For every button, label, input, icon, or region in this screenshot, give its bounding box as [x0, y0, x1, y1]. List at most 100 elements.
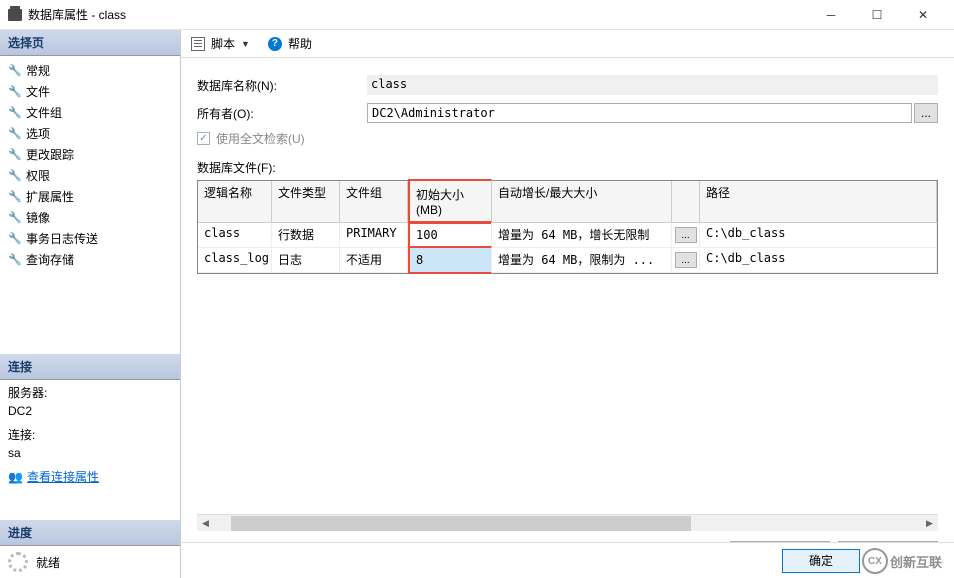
dialog-footer: 确定 CX 创新互联	[181, 542, 954, 578]
ellipsis-icon: ...	[675, 227, 697, 243]
maximize-button[interactable]: ☐	[854, 0, 900, 30]
cell-group[interactable]: 不适用	[340, 248, 408, 272]
connection-header: 连接	[0, 354, 180, 380]
col-header-type[interactable]: 文件类型	[272, 181, 340, 222]
wrench-icon: 🔧	[8, 64, 22, 77]
server-value: DC2	[8, 402, 172, 420]
nav-item-general[interactable]: 🔧 常规	[0, 60, 180, 81]
wrench-icon: 🔧	[8, 232, 22, 245]
select-page-header: 选择页	[0, 30, 180, 56]
cell-grow[interactable]: 增量为 64 MB，增长无限制	[492, 223, 672, 247]
cell-path[interactable]: C:\db_class	[700, 248, 937, 272]
cell-grow[interactable]: 增量为 64 MB，限制为 ...	[492, 248, 672, 272]
window-controls: ─ ☐ ✕	[808, 0, 946, 30]
wrench-icon: 🔧	[8, 169, 22, 182]
cell-name[interactable]: class_log	[198, 248, 272, 272]
nav-item-options[interactable]: 🔧选项	[0, 123, 180, 144]
scroll-right-icon[interactable]: ▶	[921, 516, 938, 531]
ok-button[interactable]: 确定	[782, 549, 860, 573]
scroll-left-icon[interactable]: ◀	[197, 516, 214, 531]
wrench-icon: 🔧	[8, 211, 22, 224]
connection-info: 服务器: DC2 连接: sa 👥 查看连接属性	[0, 380, 180, 490]
nav-label: 文件	[26, 83, 50, 100]
cell-group[interactable]: PRIMARY	[340, 223, 408, 247]
cell-type[interactable]: 日志	[272, 248, 340, 272]
fulltext-checkbox: ✓	[197, 132, 210, 145]
cell-type[interactable]: 行数据	[272, 223, 340, 247]
col-header-name[interactable]: 逻辑名称	[198, 181, 272, 222]
watermark-text: 创新互联	[890, 552, 942, 571]
status-row: 就绪	[0, 546, 180, 578]
script-dropdown-icon[interactable]: ▼	[241, 39, 250, 49]
horizontal-scrollbar[interactable]: ◀ ▶	[197, 514, 938, 531]
right-panel: 脚本 ▼ ? 帮助 数据库名称(N): class 所有者(O): ... ✓ …	[180, 30, 954, 578]
cell-size[interactable]: 100	[408, 221, 492, 249]
window-title: 数据库属性 - class	[28, 6, 808, 23]
nav-item-extended[interactable]: 🔧 扩展属性	[0, 186, 180, 207]
col-header-size[interactable]: 初始大小(MB)	[408, 179, 492, 224]
nav-item-changetracking[interactable]: 🔧更改跟踪	[0, 144, 180, 165]
wrench-icon: 🔧	[8, 253, 22, 266]
minimize-button[interactable]: ─	[808, 0, 854, 30]
col-header-path[interactable]: 路径	[700, 181, 937, 222]
nav-item-files[interactable]: 🔧 文件	[0, 81, 180, 102]
col-header-grow[interactable]: 自动增长/最大大小	[492, 181, 672, 222]
help-label[interactable]: 帮助	[288, 35, 312, 52]
script-label[interactable]: 脚本	[211, 35, 235, 52]
fulltext-row: ✓ 使用全文检索(U)	[197, 130, 938, 147]
scroll-thumb[interactable]	[231, 516, 691, 531]
wrench-icon: 🔧	[8, 106, 22, 119]
grid-header: 逻辑名称 文件类型 文件组 初始大小(MB) 自动增长/最大大小 路径	[198, 181, 937, 223]
people-icon: 👥	[8, 470, 23, 484]
nav-item-mirroring[interactable]: 🔧 镜像	[0, 207, 180, 228]
grid-label: 数据库文件(F):	[197, 159, 938, 176]
nav-label: 权限	[26, 167, 50, 184]
owner-field[interactable]	[367, 103, 912, 123]
help-icon: ?	[268, 37, 282, 51]
server-label: 服务器:	[8, 384, 172, 402]
dbname-label: 数据库名称(N):	[197, 77, 367, 94]
wrench-icon: 🔧	[8, 85, 22, 98]
cell-size[interactable]: 8	[408, 246, 492, 274]
conn-label: 连接:	[8, 426, 172, 444]
wrench-icon: 🔧	[8, 190, 22, 203]
database-icon	[8, 9, 22, 21]
watermark: CX 创新互联	[862, 546, 950, 576]
nav-item-querystore[interactable]: 🔧查询存储	[0, 249, 180, 270]
wrench-icon: 🔧	[8, 127, 22, 140]
title-bar: 数据库属性 - class ─ ☐ ✕	[0, 0, 954, 30]
nav-item-logshipping[interactable]: 🔧 事务日志传送	[0, 228, 180, 249]
toolbar: 脚本 ▼ ? 帮助	[181, 30, 954, 58]
cell-grow-btn[interactable]: ...	[672, 223, 700, 247]
cell-path[interactable]: C:\db_class	[700, 223, 937, 247]
progress-header: 进度	[0, 520, 180, 546]
dbname-field: class	[367, 75, 938, 95]
nav-label: 扩展属性	[26, 188, 74, 205]
spinner-icon	[8, 552, 28, 572]
col-header-btn	[672, 181, 700, 222]
nav-item-permissions[interactable]: 🔧 权限	[0, 165, 180, 186]
table-row[interactable]: class 行数据 PRIMARY 100 增量为 64 MB，增长无限制 ..…	[198, 223, 937, 248]
status-text: 就绪	[36, 554, 60, 571]
view-connection-props-link[interactable]: 查看连接属性	[27, 470, 99, 484]
close-button[interactable]: ✕	[900, 0, 946, 30]
left-panel: 选择页 🔧 常规 🔧 文件 🔧 文件组 🔧选项 🔧更改跟踪 🔧 权限 🔧 扩展属性 🔧 镜像…	[0, 30, 180, 578]
col-header-group[interactable]: 文件组	[340, 181, 408, 222]
script-icon	[191, 37, 205, 51]
cell-grow-btn[interactable]: ...	[672, 248, 700, 272]
conn-value: sa	[8, 444, 172, 462]
owner-browse-button[interactable]: ...	[914, 103, 938, 123]
cell-name[interactable]: class	[198, 223, 272, 247]
nav-list: 🔧 常规 🔧 文件 🔧 文件组 🔧选项 🔧更改跟踪 🔧 权限 🔧 扩展属性 🔧 镜像 🔧 事务…	[0, 56, 180, 274]
nav-label: 镜像	[26, 209, 50, 226]
nav-label: 文件组	[26, 104, 62, 121]
watermark-logo-icon: CX	[862, 548, 888, 574]
table-row[interactable]: class_log 日志 不适用 8 增量为 64 MB，限制为 ... ...…	[198, 248, 937, 273]
nav-label: 事务日志传送	[26, 230, 98, 247]
content-area: 数据库名称(N): class 所有者(O): ... ✓ 使用全文检索(U) …	[181, 58, 954, 542]
nav-label: 常规	[26, 62, 50, 79]
wrench-icon: 🔧	[8, 148, 22, 161]
files-grid: 逻辑名称 文件类型 文件组 初始大小(MB) 自动增长/最大大小 路径 clas…	[197, 180, 938, 274]
ok-button-label: 确定	[809, 552, 833, 569]
nav-item-filegroups[interactable]: 🔧 文件组	[0, 102, 180, 123]
